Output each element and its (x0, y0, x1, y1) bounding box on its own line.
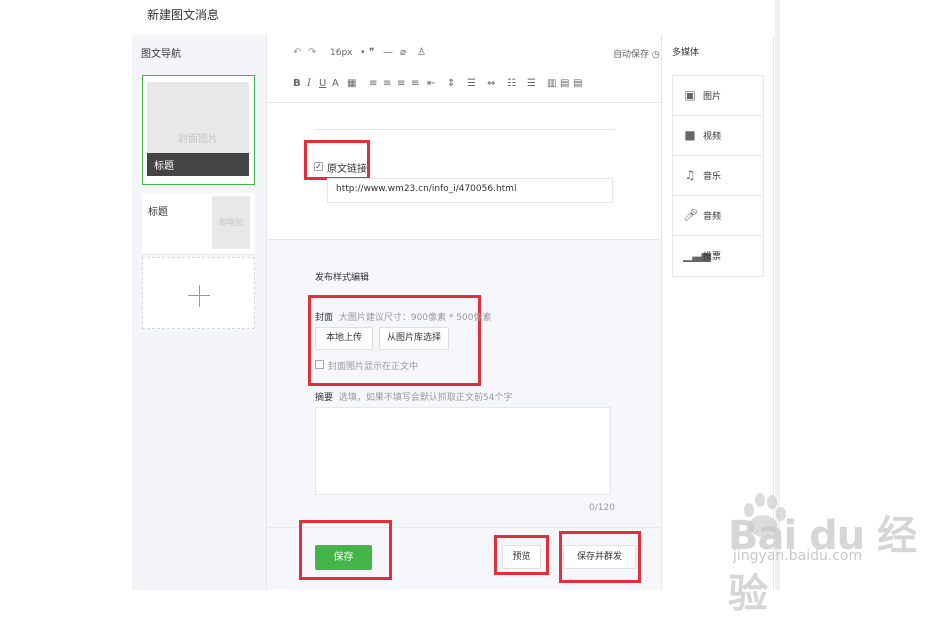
local-upload-button[interactable]: 本地上传 (315, 327, 373, 350)
font-size-select[interactable]: 16px (330, 48, 353, 58)
undo-icon[interactable]: ↶ (293, 47, 301, 59)
add-article-button[interactable] (142, 257, 255, 329)
save-and-send-button[interactable]: 保存并群发 (563, 545, 636, 569)
image-icon: ▣ (684, 88, 696, 102)
indent-icon[interactable]: ⇤ (427, 78, 435, 89)
content-divider (315, 129, 615, 130)
summary-hint: 选填，如果不填写会默认抓取正文前54个字 (338, 393, 513, 403)
video-icon: ■ (684, 128, 696, 142)
chevron-down-icon: ▾ (361, 48, 365, 56)
font-color-icon[interactable]: A (332, 78, 339, 89)
media-header: 多媒体 (672, 48, 700, 58)
cover-placeholder-text: 封面图片 (178, 134, 218, 145)
media-item-label: 图片 (703, 92, 722, 102)
nav-header: 图文导航 (141, 49, 181, 60)
summary-counter: 0/120 (589, 503, 615, 513)
original-link-input[interactable]: http://www.wm23.cn/info_i/470056.html (327, 178, 613, 203)
quote-icon[interactable]: ❞ (369, 47, 374, 58)
nav-sub-article[interactable]: 标题 缩略图 (142, 193, 255, 255)
float-right-icon[interactable]: ▤ (573, 78, 582, 89)
clear-format-icon[interactable]: ♙ (417, 47, 426, 58)
align-right-icon[interactable]: ≡ (397, 78, 405, 89)
publish-style-section: 发布样式编辑 封面 大图片建议尺寸：900像素 * 500像素 本地上传 从图片… (267, 239, 661, 527)
link-icon[interactable]: ⌀ (400, 47, 406, 58)
align-left-icon[interactable]: ≡ (369, 78, 377, 89)
summary-textarea[interactable] (315, 407, 611, 495)
cover-label: 封面 (315, 313, 334, 323)
page-title: 新建图文消息 (147, 8, 220, 22)
save-button[interactable]: 保存 (315, 545, 372, 570)
cover-label-row: 封面 大图片建议尺寸：900像素 * 500像素 (315, 310, 491, 323)
show-cover-in-body-label: 封面图片显示在正文中 (328, 362, 419, 372)
summary-label: 摘要 (315, 393, 334, 403)
media-list: ▣ 图片 ■ 视频 ♫ 音乐 🎤︎ 音频 ▁▃▅ 投票 (672, 75, 764, 277)
underline-icon[interactable]: U (319, 78, 326, 89)
sub-article-title: 标题 (148, 207, 168, 218)
nav-cover-article[interactable]: 封面图片 标题 (142, 75, 255, 185)
autosave-toggle[interactable]: 自动保存 ◷ (613, 47, 660, 60)
original-link-checkbox[interactable]: ✓ (314, 162, 323, 171)
media-item-audio[interactable]: 🎤︎ 音频 (673, 196, 763, 236)
media-item-music[interactable]: ♫ 音乐 (673, 156, 763, 196)
clock-icon: ◷ (651, 50, 660, 60)
editor-toolbar: ↶ ↷ 16px ▾ ❞ — ⌀ ♙ 自动保存 ◷ B I U A ▦ ≡ ≡ … (267, 35, 661, 103)
show-cover-in-body-checkbox[interactable] (315, 360, 324, 369)
sub-article-thumbnail: 缩略图 (212, 196, 250, 249)
original-link-label: 原文链接 (327, 164, 367, 175)
poll-icon: ▁▃▅ (683, 248, 711, 262)
paragraph-spacing-icon[interactable]: ☰ (467, 78, 476, 89)
unordered-list-icon[interactable]: ☰ (527, 78, 536, 89)
article-nav-panel: 图文导航 封面图片 标题 标题 缩略图 (132, 35, 266, 590)
float-left-icon[interactable]: ▤ (560, 78, 569, 89)
cover-title-bar: 标题 (147, 153, 249, 176)
media-item-label: 音频 (703, 212, 722, 222)
background-color-icon[interactable]: ▦ (347, 78, 356, 89)
preview-button[interactable]: 预览 (502, 545, 541, 569)
letter-spacing-icon[interactable]: ⇔ (487, 78, 495, 89)
media-item-image[interactable]: ▣ 图片 (673, 76, 763, 116)
align-center-icon[interactable]: ≡ (383, 78, 391, 89)
horizontal-rule-icon[interactable]: — (383, 47, 393, 58)
media-item-poll[interactable]: ▁▃▅ 投票 (673, 236, 763, 276)
microphone-icon: 🎤︎ (683, 208, 699, 222)
table-icon[interactable]: ▥ (547, 78, 556, 89)
media-item-label: 音乐 (703, 172, 722, 182)
summary-label-row: 摘要 选填，如果不填写会默认抓取正文前54个字 (315, 390, 512, 403)
media-item-label: 视频 (703, 132, 722, 142)
music-icon: ♫ (684, 168, 696, 182)
autosave-label: 自动保存 (613, 50, 650, 60)
line-height-icon[interactable]: ⇕ (447, 78, 455, 89)
media-item-video[interactable]: ■ 视频 (673, 116, 763, 156)
cover-size-hint: 大图片建议尺寸：900像素 * 500像素 (338, 313, 492, 323)
align-justify-icon[interactable]: ≡ (411, 78, 419, 89)
ordered-list-icon[interactable]: ☷ (507, 78, 516, 89)
italic-icon[interactable]: I (307, 78, 311, 89)
redo-icon[interactable]: ↷ (308, 47, 316, 59)
plus-icon-vertical (199, 285, 200, 307)
media-item-label: 投票 (703, 252, 722, 262)
bold-icon[interactable]: B (293, 78, 301, 89)
watermark-url: jingyan.baidu.com (733, 548, 863, 564)
editor-footer: 保存 预览 保存并群发 (267, 520, 661, 590)
publish-style-title: 发布样式编辑 (315, 273, 370, 283)
editor-panel: ↶ ↷ 16px ▾ ❞ — ⌀ ♙ 自动保存 ◷ B I U A ▦ ≡ ≡ … (266, 35, 662, 590)
select-from-library-button[interactable]: 从图片库选择 (379, 327, 449, 350)
